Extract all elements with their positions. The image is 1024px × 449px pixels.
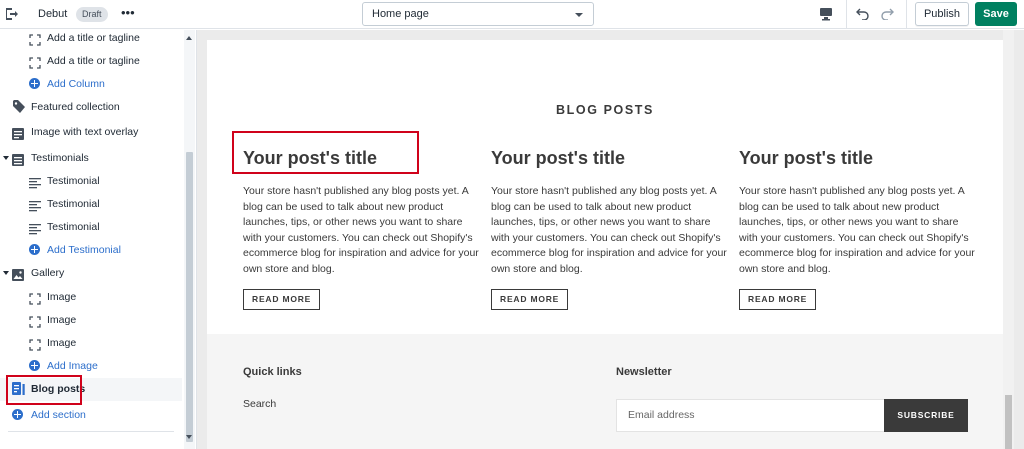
sidebar-item-label: Add Testimonial [47,244,121,256]
post-title[interactable]: Your post's title [491,148,727,174]
post-excerpt: Your store hasn't published any blog pos… [739,185,975,275]
newsletter-heading: Newsletter [616,366,672,378]
more-actions-icon[interactable]: ••• [121,6,135,20]
scroll-up-arrow-icon[interactable] [186,36,192,40]
post-excerpt: Your store hasn't published any blog pos… [243,185,479,275]
text-lines-icon [29,198,41,212]
annotation-highlight [6,375,82,405]
sections-sidebar: Add a title or tagline Add a title or ta… [0,30,197,449]
add-section-button[interactable]: Add section [0,404,182,427]
annotation-highlight [232,131,419,174]
add-circle-icon [29,360,40,371]
image-icon [12,267,24,281]
collapse-caret-icon[interactable] [3,271,9,275]
exit-icon[interactable] [4,7,18,21]
publish-button[interactable]: Publish [915,2,969,26]
sidebar-item-label: Testimonial [47,175,100,187]
sidebar-item-label: Add a title or tagline [47,55,140,67]
sidebar-scrollbar-thumb[interactable] [186,152,193,442]
editor-topbar: Debut Draft ••• Home page Publish Save [0,0,1024,29]
sidebar-item-testimonials[interactable]: Testimonials [0,147,182,170]
sidebar-item-label: Image [47,337,77,349]
sidebar-block-item[interactable]: Image [0,309,182,332]
sidebar-block-item[interactable]: Testimonial [0,193,182,216]
sidebar-item-label: Image [47,291,77,303]
add-column-button[interactable]: Add Column [0,73,182,96]
scroll-down-arrow-icon[interactable] [186,435,192,439]
sidebar-item-label: Gallery [31,267,65,279]
toolbar-divider [906,0,907,29]
read-more-button[interactable]: READ MORE [243,289,321,310]
block-corners-icon [29,337,41,351]
read-more-button[interactable]: READ MORE [739,289,817,310]
sidebar-item-gallery[interactable]: Gallery [0,262,182,285]
blog-post-card: Your post's title Your store hasn't publ… [491,148,727,310]
email-field[interactable]: Email address [616,399,885,432]
sidebar-block-item[interactable]: Testimonial [0,216,182,239]
block-corners-icon [29,291,41,305]
sidebar-item-image-with-text-overlay[interactable]: Image with text overlay [0,121,182,144]
sidebar-block-item[interactable]: Testimonial [0,170,182,193]
blog-post-card: Your post's title Your store hasn't publ… [739,148,975,310]
sidebar-block-item[interactable]: Image [0,332,182,355]
sidebar-item-label: Featured collection [31,101,120,113]
sidebar-item-label: Testimonial [47,198,100,210]
block-corners-icon [29,55,41,69]
blog-posts-section[interactable]: BLOG POSTS Your post's title Your store … [207,40,1003,334]
site-footer: Quick links Search Newsletter Email addr… [207,334,1003,449]
desktop-preview-icon[interactable] [818,6,834,22]
block-corners-icon [29,32,41,46]
preview-scrollbar-thumb[interactable] [1005,395,1012,449]
quick-links-heading: Quick links [243,366,302,378]
sidebar-divider [8,431,174,432]
sidebar-block-item[interactable]: Add a title or tagline [0,50,182,73]
text-lines-icon [29,221,41,235]
theme-name: Debut [38,8,68,20]
image-text-icon [12,126,24,140]
block-corners-icon [29,314,41,328]
section-heading: BLOG POSTS [556,103,654,117]
subscribe-button[interactable]: SUBSCRIBE [884,399,968,432]
page-select[interactable]: Home page [362,2,594,26]
post-excerpt: Your store hasn't published any blog pos… [491,185,727,275]
save-button[interactable]: Save [975,2,1017,26]
sidebar-item-label: Add a title or tagline [47,32,140,44]
preview-scrollbar[interactable] [1003,30,1014,449]
status-badge: Draft [76,7,108,22]
sidebar-block-item[interactable]: Image [0,286,182,309]
storefront-preview: BLOG POSTS Your post's title Your store … [197,30,1024,449]
sidebar-block-item[interactable]: Add a title or tagline [0,30,182,50]
add-testimonial-button[interactable]: Add Testimonial [0,239,182,262]
chevron-down-icon [575,13,583,17]
add-circle-icon [29,244,40,255]
page-select-value: Home page [372,8,429,20]
tag-icon [12,100,25,114]
undo-icon[interactable] [856,6,870,21]
post-title[interactable]: Your post's title [739,148,975,174]
sidebar-item-label: Image with text overlay [31,126,139,138]
list-icon [12,152,24,166]
add-circle-icon [29,78,40,89]
add-circle-icon [12,409,23,420]
add-section-label: Add section [31,409,86,421]
toolbar-divider [846,0,847,29]
sidebar-item-featured-collection[interactable]: Featured collection [0,96,182,119]
sidebar-item-label: Testimonial [47,221,100,233]
text-lines-icon [29,175,41,189]
footer-link-search[interactable]: Search [243,398,276,410]
sidebar-item-label: Image [47,314,77,326]
sidebar-item-label: Add Column [47,78,105,90]
read-more-button[interactable]: READ MORE [491,289,569,310]
collapse-caret-icon[interactable] [3,156,9,160]
sidebar-item-label: Testimonials [31,152,89,164]
redo-icon[interactable] [880,6,894,21]
